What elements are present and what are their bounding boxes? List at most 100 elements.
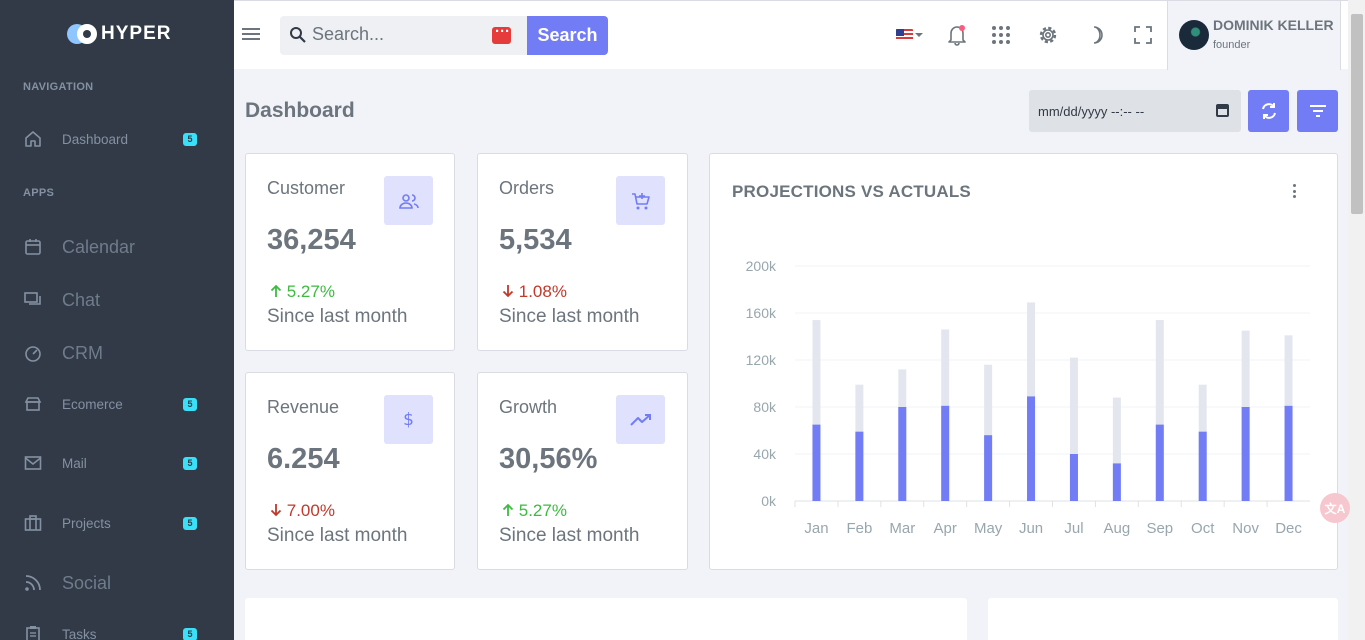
stat-value: 5,534	[499, 224, 572, 256]
stat-label: Revenue	[267, 397, 340, 417]
stat-since: Since last month	[267, 525, 408, 546]
sidebar-item-dashboard[interactable]: Dashboard 5	[24, 125, 214, 153]
sidebar-item-ecomerce[interactable]: Ecomerce 5	[24, 390, 214, 418]
sidebar-item-label: CRM	[62, 342, 103, 363]
sidebar: HYPER NAVIGATION Dashboard 5 APPS Calend…	[0, 0, 234, 640]
chevron-down-icon[interactable]	[915, 33, 923, 37]
search-input[interactable]	[312, 24, 482, 45]
dollar-icon: $	[384, 395, 433, 444]
bottom-card-right	[988, 598, 1338, 640]
logo-icon	[67, 22, 97, 46]
search-icon	[290, 27, 306, 43]
refresh-icon	[1261, 103, 1276, 119]
bell-icon[interactable]	[945, 23, 969, 47]
date-input[interactable]: mm/dd/yyyy --:-- --	[1029, 90, 1241, 132]
sidebar-item-projects[interactable]: Projects 5	[24, 509, 214, 537]
calendar-picker-icon[interactable]	[1216, 104, 1229, 117]
gear-icon[interactable]	[1036, 23, 1060, 47]
topbar: Search DOMINIK KELLER founder	[234, 0, 1365, 70]
sidebar-item-label: Ecomerce	[62, 396, 123, 412]
stat-change: 7.00%	[270, 501, 335, 521]
sidebar-item-social[interactable]: Social	[24, 569, 214, 597]
stat-since: Since last month	[267, 306, 408, 327]
sidebar-item-label: Chat	[62, 289, 101, 310]
users-icon	[384, 176, 433, 225]
actual-bar	[1284, 405, 1293, 501]
keyboard-icon[interactable]	[492, 23, 511, 44]
arrow-up-icon	[502, 503, 514, 516]
sidebar-item-label: Tasks	[62, 626, 97, 640]
menu-toggle-icon[interactable]	[242, 26, 260, 42]
sidebar-item-label: Calendar	[62, 236, 136, 257]
filter-button[interactable]	[1297, 90, 1338, 132]
stat-change: 1.08%	[502, 282, 567, 302]
y-tick-label: 120k	[746, 352, 777, 368]
briefcase-icon	[24, 514, 42, 532]
sidebar-item-chat[interactable]: Chat	[24, 286, 214, 314]
x-tick-label: Nov	[1232, 520, 1259, 537]
sidebar-item-label: Projects	[62, 515, 111, 531]
mail-icon	[24, 454, 42, 472]
clipboard-icon	[24, 625, 42, 640]
app-logo[interactable]: HYPER	[67, 22, 171, 46]
actual-bar	[898, 407, 907, 501]
search-button[interactable]: Search	[527, 16, 608, 55]
stat-card-customer: Customer 36,254 5.27% Since last month	[245, 153, 455, 351]
bottom-card-left	[245, 598, 967, 640]
stat-change-value: 7.00%	[286, 501, 335, 520]
moon-icon[interactable]	[1084, 23, 1108, 47]
x-tick-label: Dec	[1275, 520, 1302, 537]
us-flag-icon[interactable]	[896, 29, 913, 41]
user-name: DOMINIK KELLER	[1213, 17, 1334, 33]
sidebar-item-calendar[interactable]: Calendar	[24, 233, 214, 261]
fullscreen-icon[interactable]	[1131, 23, 1155, 47]
sidebar-item-label: Dashboard	[62, 131, 129, 147]
rss-icon	[24, 574, 42, 592]
arrow-down-icon	[270, 504, 282, 517]
translate-icon[interactable]: 文A	[1320, 493, 1350, 523]
arrow-down-icon	[502, 285, 514, 298]
y-tick-label: 200k	[746, 258, 777, 274]
apps-grid-icon[interactable]	[989, 23, 1013, 47]
refresh-button[interactable]	[1248, 90, 1289, 132]
badge: 5	[183, 397, 197, 411]
badge: 5	[183, 456, 197, 470]
stat-value: 6.254	[267, 443, 340, 475]
x-tick-label: Oct	[1191, 520, 1215, 537]
stat-label: Customer	[267, 178, 346, 198]
badge: 5	[183, 516, 197, 530]
user-role: founder	[1213, 39, 1251, 51]
y-tick-label: 0k	[761, 493, 777, 509]
sidebar-item-tasks[interactable]: Tasks 5	[24, 620, 214, 640]
page-title: Dashboard	[245, 99, 355, 122]
stat-card-orders: Orders 5,534 1.08% Since last month	[477, 153, 688, 351]
user-menu[interactable]: DOMINIK KELLER founder	[1167, 1, 1341, 70]
sidebar-item-label: Social	[62, 572, 112, 593]
sidebar-item-crm[interactable]: CRM	[24, 339, 214, 367]
app-name: HYPER	[101, 23, 172, 44]
x-tick-label: Sep	[1146, 520, 1173, 537]
actual-bar	[984, 435, 993, 501]
chat-icon	[24, 291, 42, 309]
y-tick-label: 160k	[746, 305, 777, 321]
x-tick-label: May	[974, 520, 1003, 537]
stat-change-value: 5.27%	[518, 501, 567, 520]
stat-value: 30,56%	[499, 443, 598, 475]
actual-bar	[1155, 424, 1164, 501]
speedometer-icon	[24, 344, 42, 362]
x-tick-label: Mar	[889, 520, 915, 537]
trend-icon	[616, 395, 665, 444]
badge: 5	[183, 627, 197, 640]
actual-bar	[1112, 463, 1121, 501]
badge: 5	[183, 132, 197, 146]
stat-change: 5.27%	[502, 501, 567, 521]
actual-bar	[1241, 407, 1250, 501]
stat-change-value: 1.08%	[518, 282, 567, 301]
scrollbar-thumb[interactable]	[1351, 14, 1363, 214]
stat-card-revenue: Revenue 6.254 $ 7.00% Since last month	[245, 372, 455, 570]
cart-icon	[616, 176, 665, 225]
nav-section-title: APPS	[23, 187, 55, 199]
date-input-value: mm/dd/yyyy --:-- --	[1038, 103, 1145, 119]
actual-bar	[941, 405, 950, 501]
sidebar-item-mail[interactable]: Mail 5	[24, 449, 214, 477]
